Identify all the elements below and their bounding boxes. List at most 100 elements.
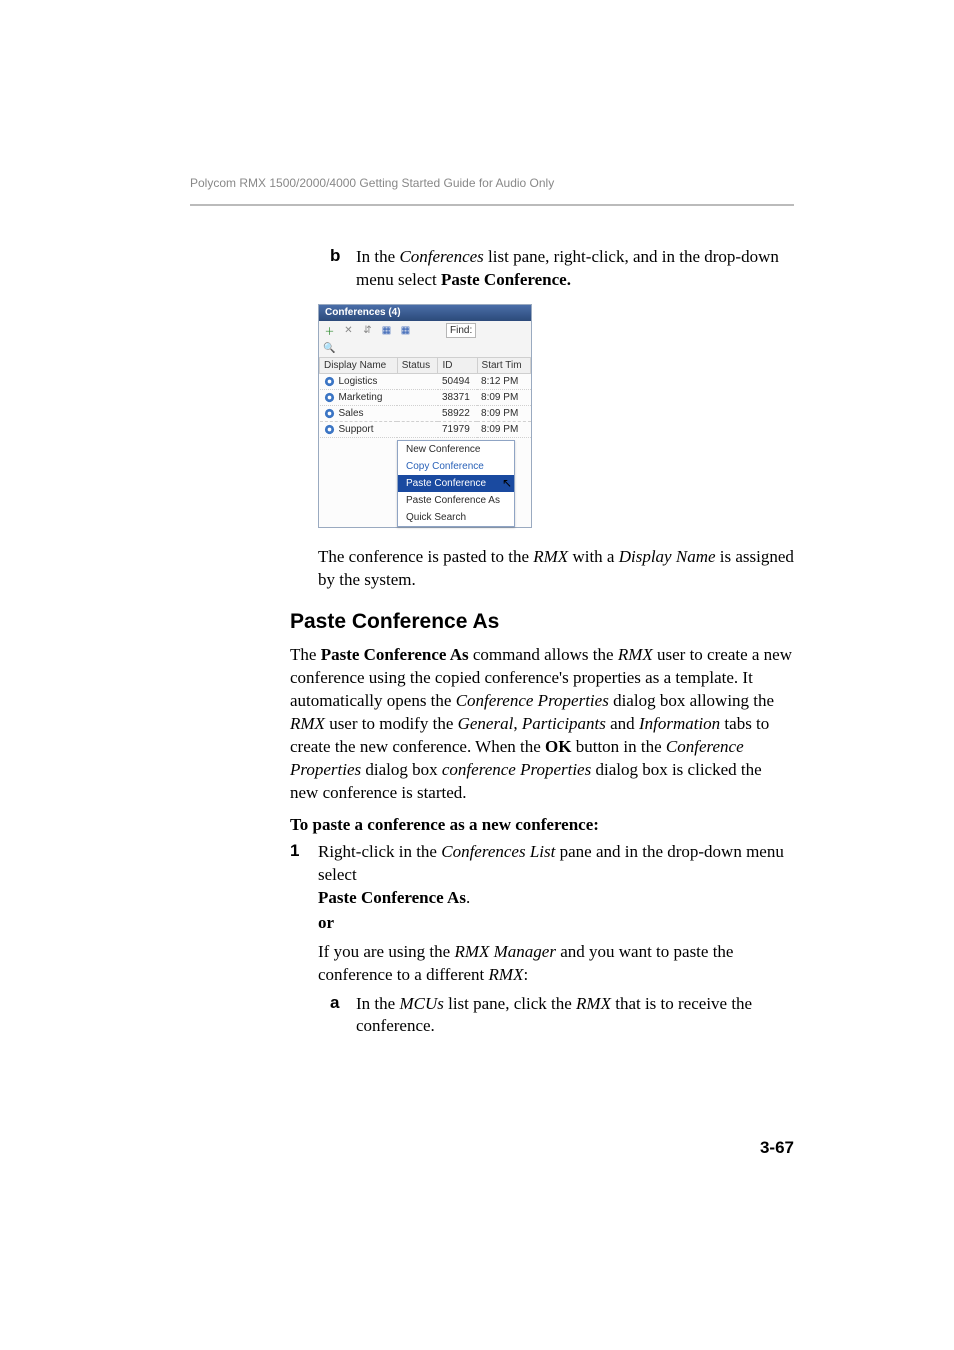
text: General xyxy=(458,714,514,733)
menu-copy-conference[interactable]: Copy Conference xyxy=(398,458,514,475)
text: Paste Conference As xyxy=(321,645,469,664)
cell xyxy=(397,373,438,389)
procedure-heading: To paste a conference as a new conferenc… xyxy=(290,815,794,835)
table-row[interactable]: Sales 58922 8:09 PM xyxy=(320,406,531,422)
search-icon[interactable]: 🔍 xyxy=(323,342,336,355)
text: MCUs xyxy=(399,994,443,1013)
text: Conferences xyxy=(399,247,483,266)
text: and xyxy=(606,714,639,733)
text: dialog box allowing the xyxy=(609,691,774,710)
text: If you are using the xyxy=(318,942,454,961)
col-display-name[interactable]: Display Name xyxy=(320,357,398,373)
text: command allows the xyxy=(469,645,618,664)
table-row[interactable]: Support 71979 8:09 PM xyxy=(320,422,531,438)
text: button in the xyxy=(571,737,665,756)
body-paragraph: The Paste Conference As command allows t… xyxy=(290,644,794,805)
add-icon[interactable]: ＋ xyxy=(323,324,336,337)
text: with a xyxy=(568,547,619,566)
text: The xyxy=(290,645,321,664)
text: user to modify the xyxy=(325,714,458,733)
find-box[interactable]: Find: xyxy=(446,323,476,338)
text: Conference Properties xyxy=(456,691,609,710)
cell: 71979 xyxy=(438,422,477,438)
conferences-pane: Conferences (4) ＋ ✕ ⇵ ▦ ▦ Find: 🔍 xyxy=(318,304,532,529)
text: Conferences List xyxy=(441,842,555,861)
find-label: Find: xyxy=(450,325,472,336)
text: OK xyxy=(545,737,571,756)
text: Right-click in the xyxy=(318,842,441,861)
conference-icon xyxy=(324,376,335,387)
menu-paste-conference-as[interactable]: Paste Conference As xyxy=(398,492,514,509)
cell: Logistics xyxy=(339,376,378,387)
conferences-table: Display Name Status ID Start Tim Logisti… xyxy=(319,357,531,439)
menu-quick-search[interactable]: Quick Search xyxy=(398,509,514,526)
cell: Sales xyxy=(339,408,364,419)
col-status[interactable]: Status xyxy=(397,357,438,373)
grid-icon[interactable]: ▦ xyxy=(380,324,393,337)
conference-icon xyxy=(324,424,335,435)
cell: 8:09 PM xyxy=(477,422,530,438)
delete-icon[interactable]: ✕ xyxy=(342,324,355,337)
text: list pane, click the xyxy=(444,994,576,1013)
hierarchy-icon[interactable]: ⇵ xyxy=(361,324,374,337)
text: RMX Manager xyxy=(454,942,556,961)
text: Information xyxy=(639,714,720,733)
text: RMX xyxy=(576,994,611,1013)
step-1: 1 Right-click in the Conferences List pa… xyxy=(290,841,794,910)
cell: 8:12 PM xyxy=(477,373,530,389)
text: RMX xyxy=(290,714,325,733)
text: Paste Conference As xyxy=(318,888,466,907)
step-a-body: In the MCUs list pane, click the RMX tha… xyxy=(356,993,794,1039)
step-b: b In the Conferences list pane, right-cl… xyxy=(330,246,794,292)
table-row[interactable]: Marketing 38371 8:09 PM xyxy=(320,390,531,406)
text: : xyxy=(523,965,528,984)
text: In the xyxy=(356,247,399,266)
context-menu: New Conference Copy Conference Paste Con… xyxy=(397,440,515,527)
text: . xyxy=(466,888,470,907)
text: conference Properties xyxy=(442,760,591,779)
conference-icon xyxy=(324,392,335,403)
cell xyxy=(397,422,438,438)
text: In the xyxy=(356,994,399,1013)
step-a-marker: a xyxy=(330,993,356,1039)
header-rule xyxy=(190,204,794,206)
result-paragraph: The conference is pasted to the RMX with… xyxy=(318,546,794,592)
text: RMX xyxy=(533,547,568,566)
toolbar: ＋ ✕ ⇵ ▦ ▦ Find: xyxy=(319,321,531,340)
grid-icon[interactable]: ▦ xyxy=(399,324,412,337)
menu-new-conference[interactable]: New Conference xyxy=(398,441,514,458)
text: dialog box xyxy=(361,760,442,779)
cell: Marketing xyxy=(339,392,383,403)
col-id[interactable]: ID xyxy=(438,357,477,373)
text: Participants xyxy=(522,714,606,733)
if-paragraph: If you are using the RMX Manager and you… xyxy=(318,941,794,987)
embedded-screenshot: Conferences (4) ＋ ✕ ⇵ ▦ ▦ Find: 🔍 xyxy=(318,304,794,529)
running-header: Polycom RMX 1500/2000/4000 Getting Start… xyxy=(190,176,794,190)
text: Paste Conference. xyxy=(441,270,571,289)
text: Display Name xyxy=(619,547,716,566)
step-1-marker: 1 xyxy=(290,841,318,910)
menu-paste-conference[interactable]: Paste Conference xyxy=(398,475,514,492)
cell: 58922 xyxy=(438,406,477,422)
col-start-time[interactable]: Start Tim xyxy=(477,357,530,373)
pane-title: Conferences (4) xyxy=(319,305,531,321)
section-heading: Paste Conference As xyxy=(290,610,794,634)
text: , xyxy=(513,714,522,733)
step-a: a In the MCUs list pane, click the RMX t… xyxy=(330,993,794,1039)
table-row[interactable]: Logistics 50494 8:12 PM xyxy=(320,373,531,389)
page-number: 3-67 xyxy=(760,1138,794,1158)
text: RMX xyxy=(489,965,524,984)
cell: 8:09 PM xyxy=(477,390,530,406)
conference-icon xyxy=(324,408,335,419)
cell: 8:09 PM xyxy=(477,406,530,422)
cell xyxy=(397,390,438,406)
cell: 38371 xyxy=(438,390,477,406)
text: RMX xyxy=(618,645,653,664)
or-text: or xyxy=(318,912,794,935)
toolbar-row-2: 🔍 xyxy=(319,340,531,357)
step-1-body: Right-click in the Conferences List pane… xyxy=(318,841,794,910)
cell: Support xyxy=(339,424,374,435)
step-b-marker: b xyxy=(330,246,356,292)
text: The conference is pasted to the xyxy=(318,547,533,566)
step-b-body: In the Conferences list pane, right-clic… xyxy=(356,246,794,292)
